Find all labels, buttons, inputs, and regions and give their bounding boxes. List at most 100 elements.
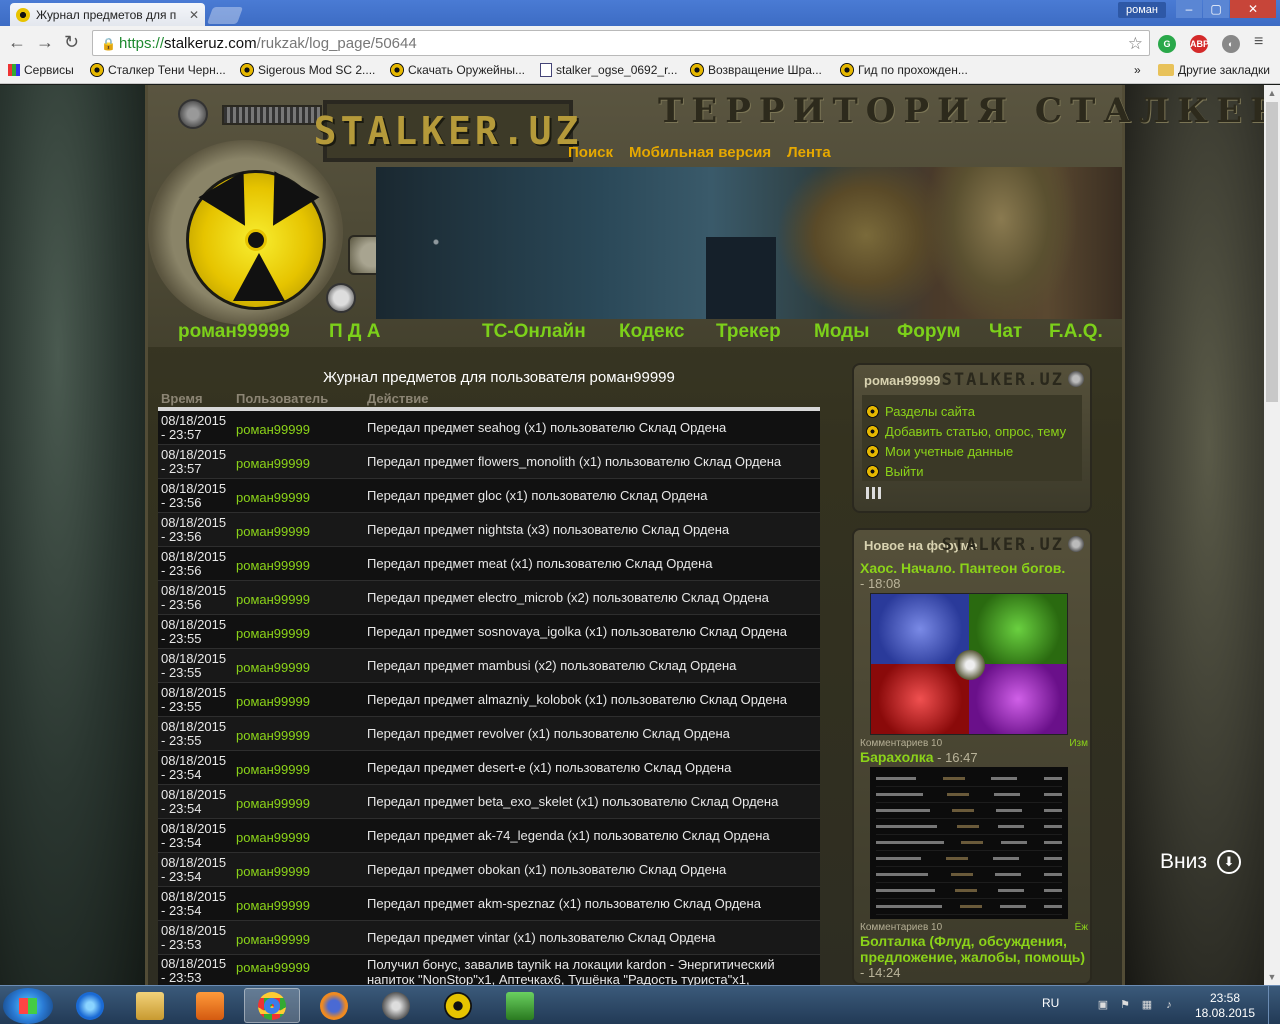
- reload-icon[interactable]: ↻: [64, 33, 79, 51]
- topic-link[interactable]: Хаос. Начало. Пантеон богов.: [860, 560, 1088, 576]
- row-user-link[interactable]: роман99999: [236, 861, 367, 879]
- bookmark-item[interactable]: Сталкер Тени Черн...: [90, 63, 226, 77]
- row-user-link[interactable]: роман99999: [236, 895, 367, 913]
- more-link[interactable]: Ёж: [1075, 922, 1088, 933]
- other-bookmarks[interactable]: Другие закладки: [1158, 63, 1270, 77]
- nav-pda-link[interactable]: П Д А: [329, 321, 380, 343]
- nav-ts-online-link[interactable]: ТС-Онлайн: [482, 321, 586, 343]
- bookmark-item[interactable]: stalker_ogse_0692_r...: [540, 63, 677, 77]
- taskbar-stalker[interactable]: [430, 988, 486, 1023]
- bookmark-item[interactable]: Скачать Оружейны...: [390, 63, 525, 77]
- taskbar-chrome[interactable]: [244, 988, 300, 1023]
- grammar-extension-icon[interactable]: G: [1158, 35, 1176, 53]
- tray-network-icon[interactable]: ⚑: [1118, 998, 1132, 1012]
- link-logout[interactable]: Выйти: [866, 461, 1078, 481]
- row-user-link[interactable]: роман99999: [236, 691, 367, 709]
- maximize-button[interactable]: ▢: [1203, 0, 1229, 18]
- scroll-down-arrow-icon[interactable]: ▼: [1264, 969, 1280, 985]
- url-path: /rukzak/log_page/50644: [256, 34, 417, 52]
- minimize-button[interactable]: –: [1176, 0, 1202, 18]
- taskbar-media[interactable]: [182, 988, 238, 1023]
- link-add-article[interactable]: Добавить статью, опрос, тему: [866, 421, 1078, 441]
- adblock-extension-icon[interactable]: ABP: [1190, 35, 1209, 53]
- nav-user-link[interactable]: роман99999: [178, 321, 290, 343]
- nav-faq-link[interactable]: F.A.Q.: [1049, 321, 1103, 343]
- row-user-link[interactable]: роман99999: [236, 487, 367, 505]
- table-row: 08/18/2015- 23:57 роман99999 Передал предм…: [158, 445, 820, 479]
- taskbar-skyrim[interactable]: [368, 988, 424, 1023]
- taskbar-ie[interactable]: [62, 988, 118, 1023]
- topic-thumbnail[interactable]: [870, 593, 1068, 735]
- start-button[interactable]: [3, 988, 53, 1024]
- topic-link[interactable]: Барахолка: [860, 749, 934, 765]
- tab-close-icon[interactable]: ✕: [189, 8, 199, 22]
- close-window-button[interactable]: ✕: [1230, 0, 1276, 18]
- row-action: Передал предмет obokan (x1) пользователю…: [367, 862, 727, 877]
- bookmark-item[interactable]: Sigerous Mod SC 2....: [240, 63, 375, 77]
- table-row: 08/18/2015- 23:53 роман99999 Получил бонус…: [158, 955, 820, 986]
- new-tab-button[interactable]: [206, 7, 244, 24]
- link-site-sections[interactable]: Разделы сайта: [866, 401, 1078, 421]
- row-user-link[interactable]: роман99999: [236, 725, 367, 743]
- profile-button[interactable]: роман: [1118, 2, 1166, 18]
- row-user-link[interactable]: роман99999: [236, 929, 367, 947]
- bookmark-apps[interactable]: Сервисы: [8, 63, 74, 77]
- row-user-link[interactable]: роман99999: [236, 827, 367, 845]
- bookmarks-overflow[interactable]: »: [1134, 63, 1141, 77]
- row-user-link[interactable]: роман99999: [236, 521, 367, 539]
- row-user-link[interactable]: роман99999: [236, 657, 367, 675]
- nav-forum-link[interactable]: Форум: [897, 321, 961, 343]
- more-link[interactable]: Изм: [1069, 738, 1088, 749]
- site-logo[interactable]: STALKER.UZ: [314, 100, 578, 162]
- back-icon[interactable]: ←: [8, 33, 26, 51]
- nav-feed-link[interactable]: Лента: [787, 144, 831, 161]
- bookmark-item[interactable]: Гид по прохожден...: [840, 63, 968, 77]
- topic-thumbnail[interactable]: [870, 767, 1068, 919]
- row-datetime: 08/18/2015- 23:54: [158, 753, 236, 782]
- row-user-link[interactable]: роман99999: [236, 419, 367, 437]
- taskbar-firefox[interactable]: [306, 988, 362, 1023]
- show-desktop-button[interactable]: [1268, 986, 1280, 1024]
- row-datetime: 08/18/2015- 23:56: [158, 481, 236, 510]
- row-user-link[interactable]: роман99999: [236, 555, 367, 573]
- row-user-link[interactable]: роман99999: [236, 589, 367, 607]
- tray-flag-icon[interactable]: ▣: [1096, 998, 1110, 1012]
- tray-network-icon[interactable]: ▦: [1140, 998, 1154, 1012]
- topic-link[interactable]: Болталка (Флуд, обсуждения, предложение,…: [860, 933, 1088, 965]
- bookmark-star-icon[interactable]: ☆: [1128, 34, 1143, 54]
- scroll-up-arrow-icon[interactable]: ▲: [1264, 85, 1280, 101]
- row-action: Передал предмет beta_exo_skelet (x1) пол…: [367, 794, 779, 809]
- scrollbar-thumb[interactable]: [1266, 102, 1278, 402]
- taskbar-clock[interactable]: 23:58 18.08.2015: [1190, 991, 1260, 1021]
- browser-tab[interactable]: Журнал предметов для п ✕: [10, 3, 205, 26]
- row-user-link[interactable]: роман99999: [236, 793, 367, 811]
- extension-icon[interactable]: ◐: [1222, 35, 1240, 53]
- row-time: - 23:56: [161, 596, 202, 612]
- menu-icon[interactable]: ≡: [1254, 33, 1263, 51]
- row-user-link[interactable]: роман99999: [236, 957, 367, 975]
- language-indicator[interactable]: RU: [1042, 996, 1059, 1010]
- taskbar-explorer[interactable]: [122, 988, 178, 1023]
- bookmark-item[interactable]: Возвращение Шра...: [690, 63, 822, 77]
- nav-mobile-link[interactable]: Мобильная версия: [629, 144, 771, 161]
- link-account[interactable]: Мои учетные данные: [866, 441, 1078, 461]
- nav-mods-link[interactable]: Моды: [814, 321, 869, 343]
- address-bar[interactable]: 🔒 https:// stalkeruz.com /rukzak/log_pag…: [92, 30, 1150, 56]
- page-scrollbar[interactable]: ▲ ▼: [1264, 85, 1280, 985]
- taskbar-app[interactable]: [492, 988, 548, 1023]
- nav-chat-link[interactable]: Чат: [989, 321, 1022, 343]
- row-time: - 23:55: [161, 698, 202, 714]
- row-user-link[interactable]: роман99999: [236, 623, 367, 641]
- table-row: 08/18/2015- 23:54 роман99999 Передал предм…: [158, 853, 820, 887]
- tray-volume-icon[interactable]: ♪: [1162, 998, 1176, 1012]
- nav-tracker-link[interactable]: Трекер: [716, 321, 781, 343]
- row-user-link[interactable]: роман99999: [236, 453, 367, 471]
- row-user-link[interactable]: роман99999: [236, 759, 367, 777]
- panel-logo: STALKER.UZ: [941, 370, 1064, 390]
- scroll-down-button[interactable]: Вниз ⬇: [1160, 850, 1241, 874]
- forward-icon[interactable]: →: [36, 33, 54, 51]
- bookmark-label: Сталкер Тени Черн...: [108, 63, 226, 77]
- nav-codex-link[interactable]: Кодекс: [619, 321, 684, 343]
- forum-topic: Болталка (Флуд, обсуждения, предложение,…: [860, 933, 1088, 980]
- nav-search-link[interactable]: Поиск: [568, 144, 613, 161]
